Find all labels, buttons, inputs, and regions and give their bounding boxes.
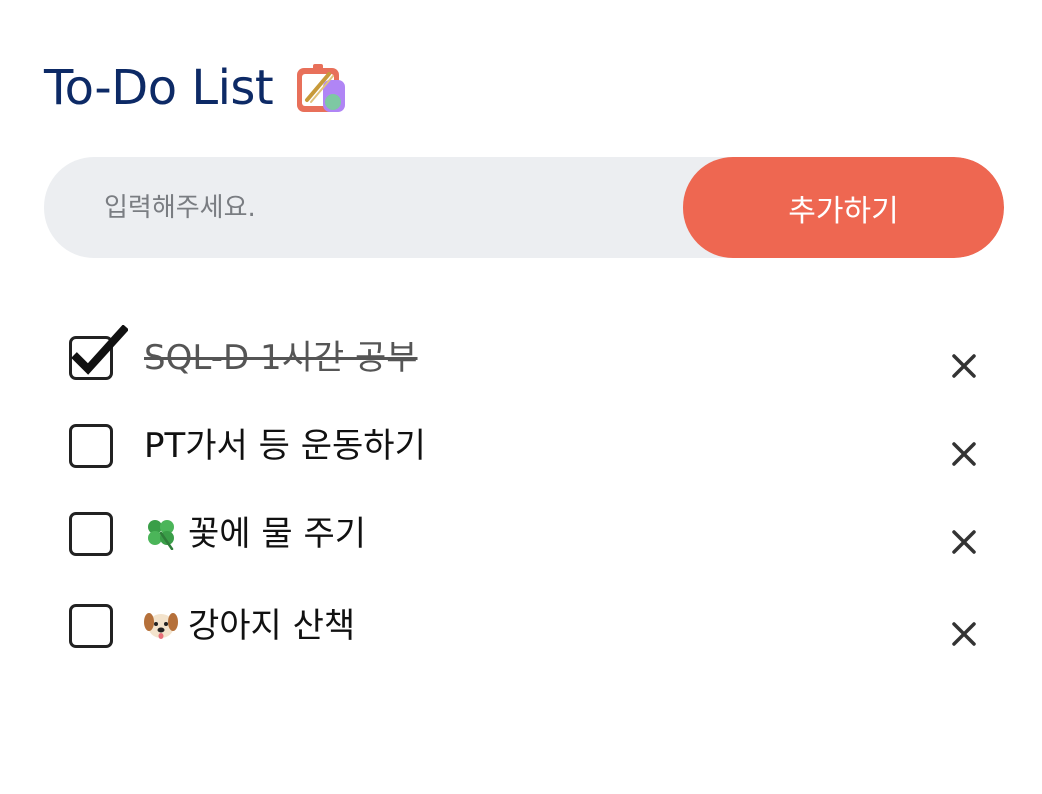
todo-list: SQL-D 1시간 공부 PT가서 등 운동하기 꽃에 물 주기 강아지 산책	[0, 320, 1042, 676]
todo-text: SQL-D 1시간 공부	[144, 338, 418, 378]
todo-checkbox-checked[interactable]	[69, 325, 128, 380]
todo-text-row: 강아지 산책	[144, 602, 355, 650]
todo-checkbox[interactable]	[69, 604, 113, 648]
delete-button[interactable]	[948, 438, 980, 470]
four-leaf-clover-icon	[148, 520, 174, 550]
todo-checkbox[interactable]	[69, 424, 113, 468]
delete-button[interactable]	[948, 526, 980, 558]
todo-text: 강아지 산책	[188, 606, 356, 646]
todo-text: PT가서 등 운동하기	[144, 426, 426, 466]
todo-item: 강아지 산책	[0, 588, 1042, 676]
todo-item: PT가서 등 운동하기	[0, 408, 1042, 496]
close-icon	[952, 354, 976, 378]
add-button[interactable]: 추가하기	[683, 157, 1004, 258]
dog-face-icon	[144, 613, 178, 639]
todo-input[interactable]	[44, 157, 684, 258]
checkmark-icon	[71, 325, 128, 375]
delete-button[interactable]	[948, 618, 980, 650]
close-icon	[952, 442, 976, 466]
delete-button[interactable]	[948, 350, 980, 382]
header: To-Do List	[44, 58, 349, 118]
close-icon	[952, 530, 976, 554]
todo-text-row: 꽃에 물 주기	[144, 510, 366, 558]
todo-item: SQL-D 1시간 공부	[0, 320, 1042, 408]
memo-pencil-icon	[293, 60, 349, 116]
close-icon	[952, 622, 976, 646]
page-title: To-Do List	[44, 60, 274, 116]
todo-input-row: 추가하기	[44, 157, 1004, 258]
todo-app: To-Do List 추가하기 SQL-D 1시간 공부	[0, 0, 1042, 794]
todo-text: 꽃에 물 주기	[188, 514, 367, 554]
todo-checkbox[interactable]	[69, 512, 113, 556]
todo-item: 꽃에 물 주기	[0, 496, 1042, 584]
